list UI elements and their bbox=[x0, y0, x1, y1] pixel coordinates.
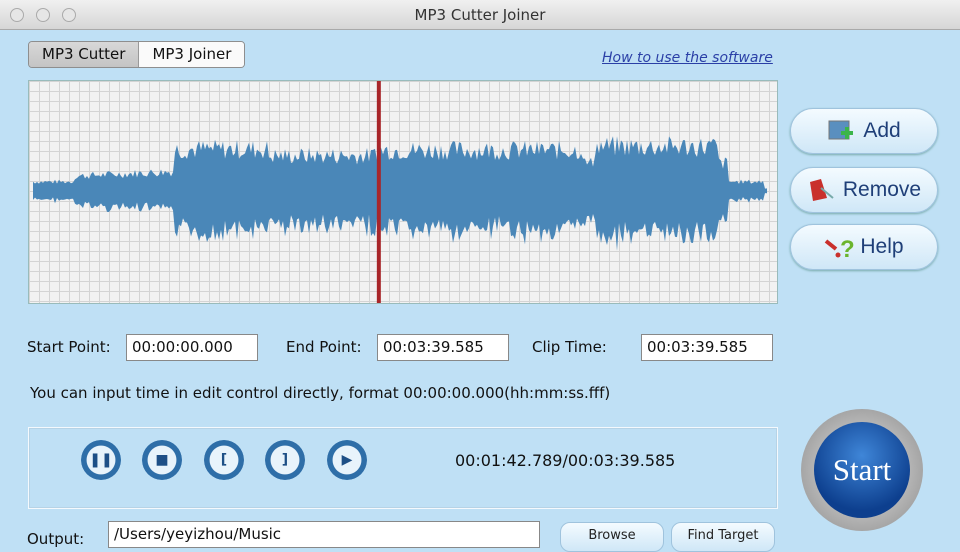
window-title: MP3 Cutter Joiner bbox=[414, 6, 546, 24]
stop-icon: ■ bbox=[155, 452, 169, 468]
bracket-right-icon: ] bbox=[281, 452, 289, 468]
waveform bbox=[33, 136, 767, 251]
waveform-view[interactable] bbox=[28, 80, 778, 304]
tab-mp3-joiner[interactable]: MP3 Joiner bbox=[139, 42, 245, 67]
help-label: Help bbox=[860, 235, 904, 258]
playback-time: 00:01:42.789/00:03:39.585 bbox=[455, 451, 676, 470]
add-label: Add bbox=[863, 119, 901, 142]
svg-text:?: ? bbox=[840, 236, 855, 261]
start-button[interactable]: Start bbox=[801, 409, 923, 531]
close-window-button[interactable] bbox=[10, 8, 24, 22]
output-label: Output: bbox=[27, 530, 85, 548]
end-point-input[interactable]: 00:03:39.585 bbox=[377, 334, 509, 361]
remove-label: Remove bbox=[842, 178, 922, 201]
start-point-input[interactable]: 00:00:00.000 bbox=[126, 334, 258, 361]
how-to-use-link[interactable]: How to use the software bbox=[602, 50, 773, 66]
pause-icon: ❚❚ bbox=[89, 452, 113, 468]
playhead-marker bbox=[376, 81, 381, 303]
zoom-window-button[interactable] bbox=[62, 8, 76, 22]
set-end-button[interactable]: ] bbox=[265, 440, 305, 480]
help-question-icon: ? bbox=[824, 233, 855, 263]
play-selection-button[interactable]: ▶ bbox=[327, 440, 367, 480]
remove-icon bbox=[807, 176, 835, 204]
set-start-button[interactable]: [ bbox=[204, 440, 244, 480]
bracket-left-icon: [ bbox=[220, 452, 228, 468]
stop-button[interactable]: ■ bbox=[142, 440, 182, 480]
format-hint: You can input time in edit control direc… bbox=[30, 384, 611, 402]
title-bar: MP3 Cutter Joiner bbox=[0, 0, 960, 30]
play-cursor-icon: ▶ bbox=[341, 452, 353, 468]
minimize-window-button[interactable] bbox=[36, 8, 50, 22]
remove-button[interactable]: Remove bbox=[790, 167, 938, 213]
mode-tabs: MP3 Cutter MP3 Joiner bbox=[28, 41, 246, 68]
waveform-graph bbox=[33, 81, 767, 303]
add-file-icon bbox=[827, 117, 855, 145]
find-target-button[interactable]: Find Target bbox=[671, 522, 775, 552]
browse-button[interactable]: Browse bbox=[560, 522, 664, 552]
clip-time-label: Clip Time: bbox=[532, 338, 607, 356]
tab-mp3-cutter[interactable]: MP3 Cutter bbox=[29, 42, 140, 67]
add-button[interactable]: Add bbox=[790, 108, 938, 154]
start-label: Start bbox=[814, 422, 910, 518]
end-point-label: End Point: bbox=[286, 338, 362, 356]
start-point-label: Start Point: bbox=[27, 338, 111, 356]
clip-time-input[interactable]: 00:03:39.585 bbox=[641, 334, 773, 361]
help-button[interactable]: ? Help bbox=[790, 224, 938, 270]
output-path-input[interactable]: /Users/yeyizhou/Music bbox=[108, 521, 540, 548]
pause-button[interactable]: ❚❚ bbox=[81, 440, 121, 480]
